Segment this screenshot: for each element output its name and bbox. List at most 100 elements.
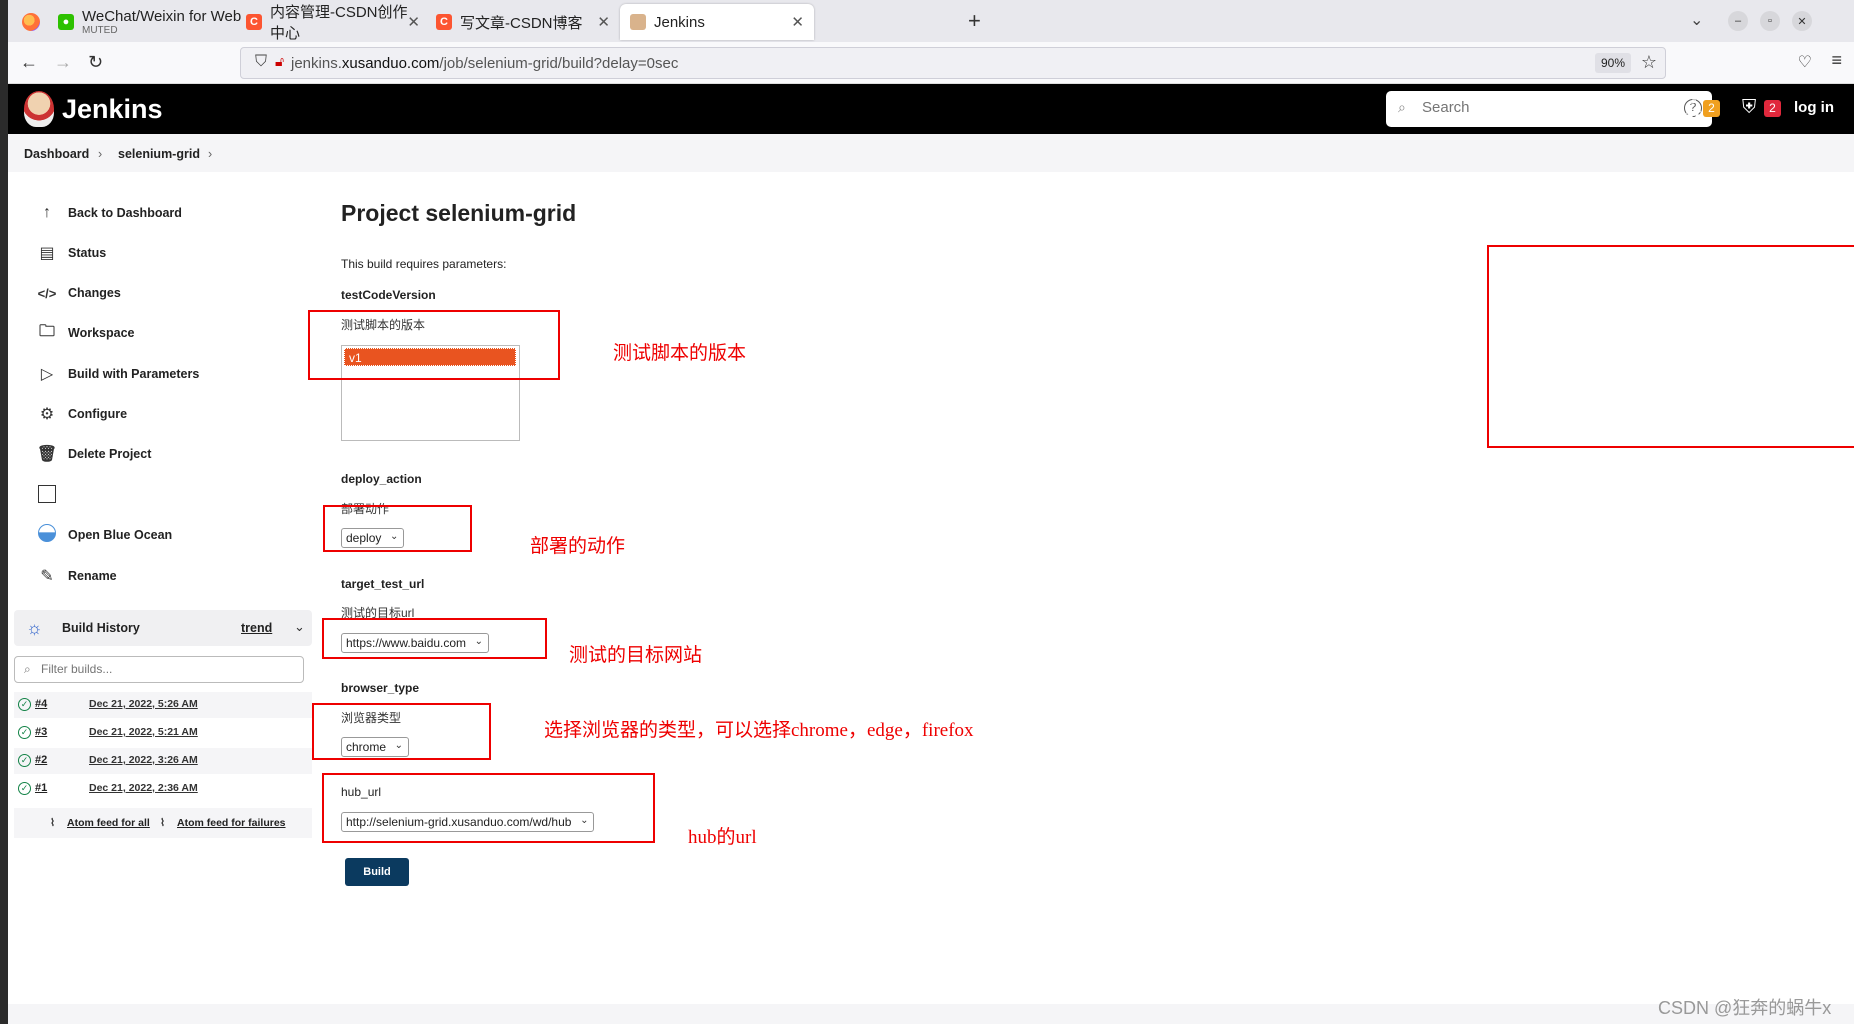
bookmark-star-icon[interactable]: ☆ bbox=[1641, 52, 1657, 73]
build-number-link[interactable]: #4 bbox=[35, 698, 47, 710]
breadcrumb-dashboard[interactable]: Dashboard bbox=[24, 147, 89, 161]
filter-builds[interactable]: ⌕ bbox=[14, 656, 304, 683]
sidebar-item-label: Build with Parameters bbox=[68, 367, 200, 381]
blue-ocean-icon bbox=[36, 523, 58, 547]
firefox-icon[interactable] bbox=[22, 13, 40, 31]
reload-icon[interactable]: ↻ bbox=[88, 52, 103, 73]
placeholder-square-icon[interactable] bbox=[38, 485, 56, 503]
param-name-deploy-action: deploy_action bbox=[341, 472, 422, 486]
screen: ● WeChat/Weixin for WebMUTED ✕ C 内容管理-CS… bbox=[0, 0, 1854, 1024]
build-row: ✓ #3 Dec 21, 2022, 5:21 AM bbox=[14, 720, 312, 746]
sidebar-item-status[interactable]: ▤ Status bbox=[36, 240, 106, 266]
zoom-level[interactable]: 90% bbox=[1594, 53, 1631, 73]
minimize-icon[interactable]: – bbox=[1728, 11, 1748, 31]
build-row: ✓ #1 Dec 21, 2022, 2:36 AM bbox=[14, 776, 312, 802]
annotation-text: 测试的目标网站 bbox=[569, 645, 703, 666]
annotation-box bbox=[308, 310, 560, 380]
sidebar-item-workspace[interactable]: 🗀 Workspace bbox=[36, 320, 134, 346]
url-text: jenkins.xusanduo.com/job/selenium-grid/b… bbox=[291, 55, 679, 72]
breadcrumb-separator-icon: › bbox=[98, 147, 103, 161]
code-icon: </> bbox=[37, 285, 57, 301]
play-icon: ▷ bbox=[40, 366, 54, 383]
annotation-text: 部署的动作 bbox=[530, 536, 626, 557]
sidebar-item-rename[interactable]: ✎ Rename bbox=[36, 563, 117, 589]
param-name-testcodeversion: testCodeVersion bbox=[341, 288, 436, 302]
browser-tab-bar: ● WeChat/Weixin for WebMUTED ✕ C 内容管理-CS… bbox=[8, 0, 1854, 42]
folder-icon: 🗀 bbox=[38, 322, 55, 340]
close-window-icon[interactable]: ✕ bbox=[1792, 11, 1812, 31]
success-check-icon: ✓ bbox=[18, 698, 31, 711]
close-tab-icon[interactable]: ✕ bbox=[597, 13, 610, 31]
sidebar-item-configure[interactable]: ⚙ Configure bbox=[36, 401, 127, 427]
breadcrumb-selenium-grid[interactable]: selenium-grid bbox=[118, 147, 200, 161]
jenkins-header: Jenkins ⌕ ? 🔔︎ 2 ⛨ 2 log in bbox=[8, 84, 1854, 134]
hamburger-menu-icon[interactable]: ≡ bbox=[1831, 50, 1842, 71]
jenkins-logo-icon[interactable] bbox=[24, 91, 54, 127]
close-tab-icon[interactable]: ✕ bbox=[407, 13, 420, 31]
atom-feed-failures-link[interactable]: Atom feed for failures bbox=[177, 817, 286, 829]
build-history-icon: ☼ bbox=[26, 618, 43, 638]
success-check-icon: ✓ bbox=[18, 754, 31, 767]
browser-nav-bar: ← → ↻ ⛉ 🔓︎ jenkins.xusanduo.com/job/sele… bbox=[8, 42, 1854, 84]
atom-feed-all-link[interactable]: Atom feed for all bbox=[67, 817, 150, 829]
wechat-icon: ● bbox=[58, 14, 74, 30]
build-history-title: Build History bbox=[62, 621, 140, 635]
sidebar-item-delete-project[interactable]: 🗑︎ Delete Project bbox=[36, 441, 152, 467]
annotation-box bbox=[312, 703, 491, 760]
tab-muted-label: MUTED bbox=[82, 24, 118, 36]
tab-title: 内容管理-CSDN创作中心 bbox=[270, 4, 408, 42]
sidebar-item-build-with-parameters[interactable]: ▷ Build with Parameters bbox=[36, 361, 199, 387]
tab-csdn-write[interactable]: C 写文章-CSDN博客 ✕ bbox=[426, 4, 620, 40]
success-check-icon: ✓ bbox=[18, 782, 31, 795]
watermark: CSDN @狂奔的蜗牛x bbox=[1658, 998, 1832, 1018]
build-date-link[interactable]: Dec 21, 2022, 2:36 AM bbox=[89, 782, 198, 794]
sidebar-item-label: Back to Dashboard bbox=[68, 206, 182, 220]
forward-arrow-icon[interactable]: → bbox=[54, 52, 72, 73]
jenkins-title[interactable]: Jenkins bbox=[62, 94, 163, 125]
build-row: ✓ #4 Dec 21, 2022, 5:26 AM bbox=[14, 692, 312, 718]
security-badge: 2 bbox=[1764, 100, 1781, 117]
login-link[interactable]: log in bbox=[1794, 99, 1834, 116]
insecure-lock-icon[interactable]: 🔓︎ bbox=[275, 53, 284, 70]
build-date-link[interactable]: Dec 21, 2022, 5:26 AM bbox=[89, 698, 198, 710]
close-tab-icon[interactable]: ✕ bbox=[791, 13, 804, 31]
trend-link[interactable]: trend bbox=[241, 621, 272, 635]
search-box[interactable]: ⌕ ? bbox=[1386, 91, 1712, 127]
build-date-link[interactable]: Dec 21, 2022, 3:26 AM bbox=[89, 754, 198, 766]
security-shield-icon[interactable]: ⛨ bbox=[1742, 97, 1756, 119]
success-check-icon: ✓ bbox=[18, 726, 31, 739]
tab-jenkins[interactable]: Jenkins ✕ bbox=[620, 4, 814, 40]
search-icon: ⌕ bbox=[1398, 99, 1406, 115]
sidebar-item-open-blue-ocean[interactable]: Open Blue Ocean bbox=[36, 522, 172, 548]
param-name-browser-type: browser_type bbox=[341, 681, 420, 695]
chevron-down-icon[interactable]: ⌄ bbox=[294, 619, 305, 635]
gear-icon: ⚙ bbox=[39, 406, 55, 423]
pencil-icon: ✎ bbox=[40, 568, 54, 585]
sidebar-item-back-to-dashboard[interactable]: ↑ Back to Dashboard bbox=[36, 200, 182, 226]
desktop-dock-strip bbox=[0, 0, 8, 1024]
url-bar[interactable]: ⛉ 🔓︎ jenkins.xusanduo.com/job/selenium-g… bbox=[240, 47, 1666, 79]
build-number-link[interactable]: #3 bbox=[35, 726, 47, 738]
filter-builds-input[interactable] bbox=[41, 662, 291, 676]
build-number-link[interactable]: #1 bbox=[35, 782, 47, 794]
sidebar-item-label: Open Blue Ocean bbox=[68, 528, 173, 542]
sidebar-item-changes[interactable]: </> Changes bbox=[36, 280, 121, 306]
build-date-link[interactable]: Dec 21, 2022, 5:21 AM bbox=[89, 726, 198, 738]
trash-icon: 🗑︎ bbox=[36, 446, 58, 463]
tab-csdn-content[interactable]: C 内容管理-CSDN创作中心 ✕ bbox=[236, 4, 430, 42]
search-input[interactable] bbox=[1422, 99, 1652, 116]
back-arrow-icon[interactable]: ← bbox=[20, 52, 38, 73]
sidebar-item-label: Delete Project bbox=[68, 447, 152, 461]
list-tabs-chevron-icon[interactable]: ⌄ bbox=[1690, 10, 1703, 30]
tab-title: WeChat/Weixin for Web bbox=[82, 7, 242, 25]
sidebar-item-label: Rename bbox=[68, 569, 117, 583]
new-tab-icon[interactable]: + bbox=[968, 8, 981, 34]
tracking-shield-icon[interactable]: ⛉ bbox=[255, 53, 267, 71]
restore-icon[interactable]: ▫ bbox=[1760, 11, 1780, 31]
build-number-link[interactable]: #2 bbox=[35, 754, 47, 766]
sidebar-item-label: Changes bbox=[68, 286, 121, 300]
build-button[interactable]: Build bbox=[345, 858, 409, 886]
rss-icon: ⌇ bbox=[160, 817, 166, 829]
pocket-icon[interactable]: ♡ bbox=[1798, 52, 1812, 72]
search-icon: ⌕ bbox=[24, 662, 31, 676]
